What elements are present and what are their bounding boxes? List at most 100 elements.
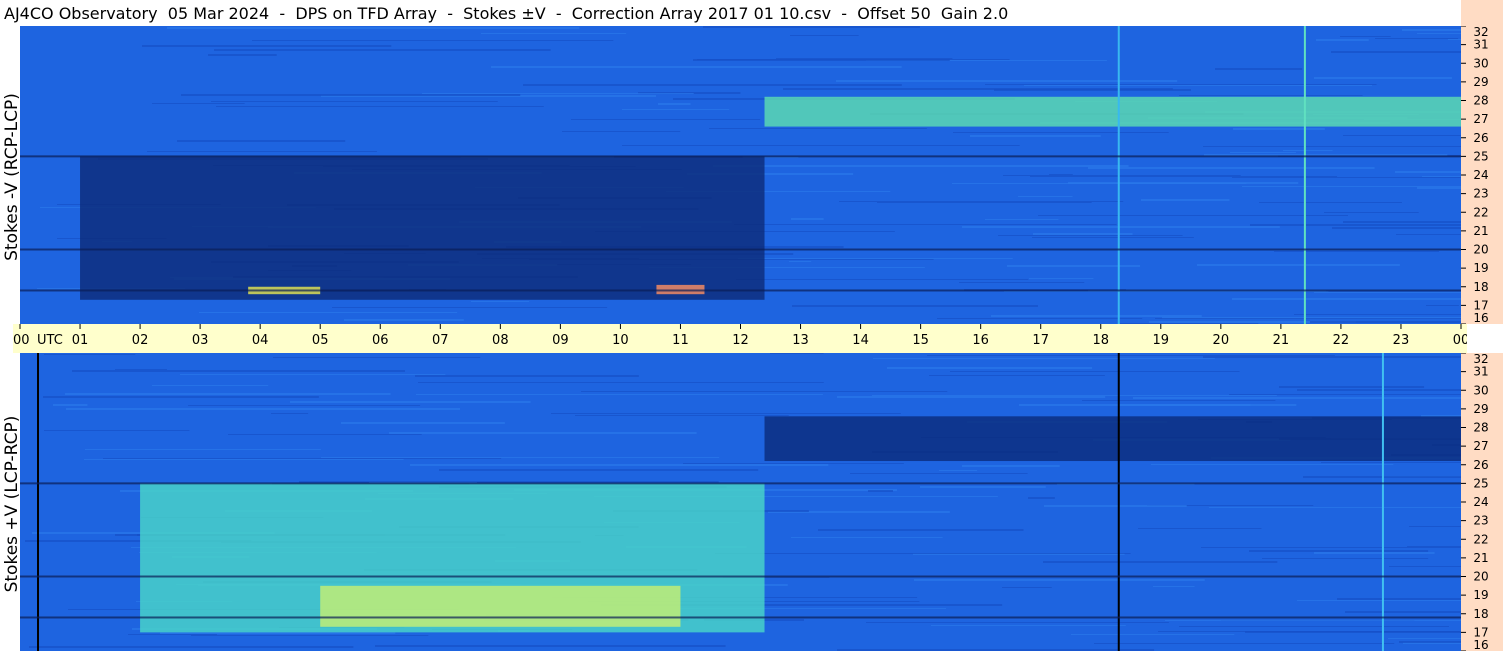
texture-streak [1314,552,1435,554]
time-tick-label-17: 17 [1032,333,1049,348]
texture-streak [887,367,1093,369]
texture-streak [216,106,544,107]
freq-tick-label-12: 20 [1473,570,1488,584]
freq-tick-label-8: 24 [1473,495,1488,509]
time-tick-label-22: 22 [1333,333,1350,348]
texture-streak [734,224,1117,225]
time-tick-label-8: 08 [492,333,509,348]
texture-streak [571,119,761,120]
texture-streak [703,26,920,28]
texture-streak [1232,177,1461,178]
texture-streak [1197,264,1400,266]
texture-streak [439,469,759,471]
texture-streak [1321,462,1461,463]
stokes-minus-v-spectrogram [20,26,1461,324]
bottom-frequency-ticks: 3231302928272625242322212019181716 [1461,353,1489,651]
texture-streak [962,226,1280,228]
freq-tick-label-9: 23 [1473,187,1488,201]
texture-streak [1409,526,1461,527]
texture-streak [1262,558,1429,559]
texture-streak [1407,546,1461,547]
texture-streak [836,80,1178,82]
texture-streak [783,88,1173,90]
texture-streak [1422,176,1461,177]
time-tick-label-19: 19 [1153,333,1170,348]
texture-streak [551,413,901,414]
texture-streak [562,131,681,132]
texture-streak [927,355,1335,356]
texture-streak [693,59,950,61]
texture-streak [1038,215,1348,216]
texture-streak [1230,152,1296,153]
texture-streak [1002,587,1052,588]
texture-streak [271,413,309,414]
texture-streak [985,219,1059,220]
texture-streak [1310,321,1461,323]
freq-tick-label-6: 26 [1473,131,1488,145]
texture-streak [1133,397,1461,399]
texture-streak [622,109,730,110]
texture-streak [837,396,1106,398]
texture-streak [416,394,823,395]
texture-streak [341,422,505,424]
texture-streak [481,33,627,34]
texture-streak [181,94,521,96]
freq-tick-label-3: 29 [1473,75,1488,89]
texture-streak [103,458,502,459]
texture-streak [1018,196,1073,197]
texture-streak [839,201,1124,202]
texture-streak [344,319,464,321]
time-tick-label-6: 06 [372,333,389,348]
texture-streak [791,537,943,538]
texture-streak [873,358,1215,359]
stokes-plus-v-heatmap [20,353,1461,651]
time-tick-label-7: 07 [432,333,449,348]
texture-streak [622,145,1020,146]
texture-streak [683,463,904,464]
feature-vertical-line-3 [37,353,40,651]
texture-streak [998,235,1183,236]
stokes-plus-v-spectrogram [20,353,1461,651]
texture-streak [1395,171,1461,173]
freq-tick-label-3: 29 [1473,402,1488,416]
freq-tick-label-14: 18 [1473,607,1488,621]
time-tick-label-16: 16 [972,333,989,348]
texture-streak [1179,626,1450,627]
freq-tick-label-12: 20 [1473,243,1488,257]
texture-streak [1343,135,1461,136]
texture-streak [1345,611,1461,613]
texture-streak [1032,237,1194,238]
texture-streak [65,393,391,395]
freq-tick-label-11: 21 [1473,551,1488,565]
time-tick-label-14: 14 [852,333,869,348]
stokes-minus-v-heatmap [20,26,1461,324]
texture-streak [776,58,953,59]
freq-tick-label-5: 27 [1473,112,1488,126]
top-frequency-axis: 32 31 30 29 28 27 26 25 24 23 22 21 20 19 18 17 16 [1461,26,1503,324]
texture-streak [128,634,218,635]
interference-line-2 [20,289,1461,292]
texture-streak [950,371,1240,372]
texture-streak [1340,36,1391,37]
feature-vertical-line-5 [1381,353,1384,651]
texture-streak [1242,186,1461,187]
texture-streak [332,307,608,308]
time-tick-label-0: 00 [13,333,30,348]
time-tick-label-3: 03 [192,333,209,348]
texture-streak [1094,643,1395,644]
texture-streak [1417,187,1461,189]
texture-streak [1396,234,1461,235]
time-tick-label-12: 12 [732,333,749,348]
texture-streak [866,622,1169,623]
texture-streak [920,486,1046,488]
texture-streak [1179,95,1363,96]
texture-streak [273,357,481,358]
texture-streak [152,103,245,104]
top-frequency-ticks: 3231302928272625242322212019181716 [1461,26,1489,324]
texture-streak [1402,29,1461,31]
texture-streak [985,84,1377,85]
texture-streak [1019,404,1297,406]
freq-tick-label-6: 26 [1473,458,1488,472]
texture-streak [1279,386,1425,388]
texture-streak [789,261,812,262]
